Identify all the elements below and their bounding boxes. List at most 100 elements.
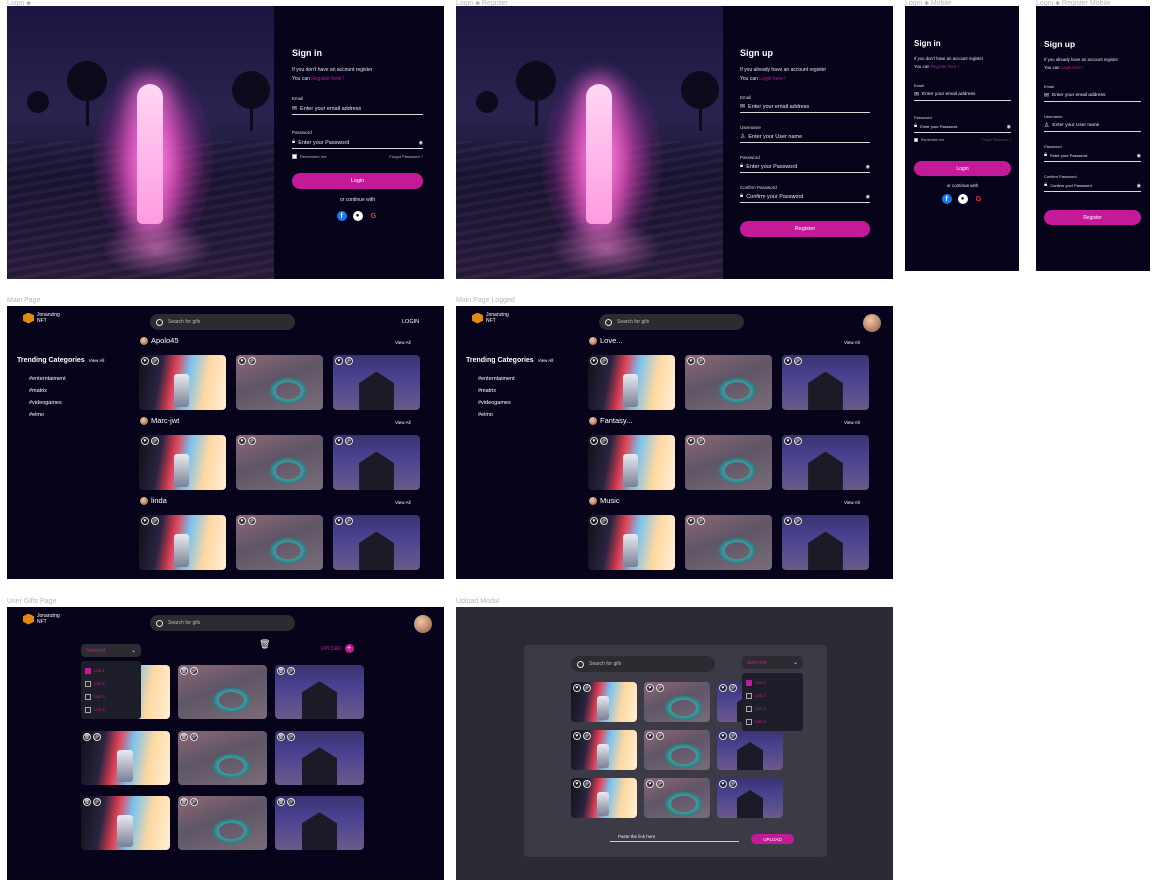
- eye-icon[interactable]: ◉: [1007, 124, 1011, 130]
- list-option[interactable]: List 4: [746, 715, 799, 728]
- link-icon[interactable]: 🔗︎: [287, 798, 295, 806]
- search-input[interactable]: Search for gifs: [599, 314, 744, 330]
- password-field[interactable]: 🔒︎ Enter your Password ◉: [914, 123, 1011, 133]
- link-icon[interactable]: 🔗︎: [151, 357, 159, 365]
- login-button[interactable]: Login: [292, 173, 423, 189]
- username-field[interactable]: ♙ Enter your User name: [1044, 122, 1141, 132]
- eye-icon[interactable]: ◉: [1137, 183, 1141, 189]
- heart-icon[interactable]: ♥: [646, 684, 654, 692]
- heart-icon[interactable]: ♥: [784, 357, 792, 365]
- google-icon[interactable]: G: [974, 194, 984, 204]
- facebook-icon[interactable]: f: [336, 211, 347, 221]
- search-input[interactable]: Search for gifs: [150, 615, 295, 631]
- list-select[interactable]: Selected ⌄: [742, 656, 803, 669]
- password-field[interactable]: 🔒︎ Enter your Password ◉: [292, 139, 423, 149]
- remember-checkbox[interactable]: [292, 154, 297, 159]
- gif-thumbnail[interactable]: 🗑︎🔗︎: [81, 731, 170, 785]
- gif-thumbnail[interactable]: 🗑︎🔗︎: [275, 731, 364, 785]
- gif-thumbnail[interactable]: ♥ 🔗︎: [782, 515, 869, 570]
- link-icon[interactable]: 🔗︎: [190, 798, 198, 806]
- heart-icon[interactable]: ♥: [141, 437, 149, 445]
- heart-icon[interactable]: ♥: [238, 517, 246, 525]
- confirm-password-field[interactable]: 🔒︎ Confirm your Password ◉: [1044, 182, 1141, 192]
- list-option[interactable]: List 2: [85, 677, 137, 690]
- trash-icon[interactable]: 🗑︎: [180, 798, 188, 806]
- forgot-password-link[interactable]: Forgot Password ?: [389, 154, 423, 159]
- gif-thumbnail[interactable]: 🗑︎🔗︎: [81, 796, 170, 850]
- trash-icon[interactable]: 🗑︎: [259, 639, 270, 650]
- logo[interactable]: Jonanzing NFT: [23, 312, 60, 324]
- link-icon[interactable]: 🔗︎: [583, 732, 591, 740]
- heart-icon[interactable]: ♥: [784, 517, 792, 525]
- heart-icon[interactable]: ♥: [719, 684, 727, 692]
- trash-icon[interactable]: 🗑︎: [180, 733, 188, 741]
- link-icon[interactable]: 🔗︎: [248, 437, 256, 445]
- trash-icon[interactable]: 🗑︎: [277, 798, 285, 806]
- heart-icon[interactable]: ♥: [573, 780, 581, 788]
- link-icon[interactable]: 🔗︎: [697, 357, 705, 365]
- link-icon[interactable]: 🔗︎: [151, 437, 159, 445]
- gif-thumbnail[interactable]: ♥ 🔗︎: [588, 355, 675, 410]
- category-item[interactable]: #videogames: [478, 400, 553, 406]
- row-title[interactable]: Marc-jwt: [140, 416, 179, 425]
- gif-thumbnail[interactable]: ♥ 🔗︎: [236, 515, 323, 570]
- register-link[interactable]: Register here !: [931, 64, 959, 69]
- link-icon[interactable]: 🔗︎: [93, 798, 101, 806]
- gif-thumbnail[interactable]: 🗑︎🔗︎: [178, 731, 267, 785]
- gif-thumbnail[interactable]: 🗑︎🔗︎: [275, 796, 364, 850]
- gif-thumbnail[interactable]: ♥ 🔗︎: [571, 730, 637, 770]
- category-item[interactable]: #matrix: [478, 388, 553, 394]
- row-view-all[interactable]: View All: [844, 340, 860, 345]
- heart-icon[interactable]: ♥: [687, 437, 695, 445]
- email-field[interactable]: ✉ Enter your email address: [1044, 92, 1141, 102]
- facebook-icon[interactable]: f: [941, 194, 952, 204]
- gif-thumbnail[interactable]: ♥ 🔗︎: [717, 778, 783, 818]
- link-icon[interactable]: 🔗︎: [190, 733, 198, 741]
- user-avatar[interactable]: [863, 314, 881, 332]
- register-link[interactable]: Register here !: [311, 76, 344, 82]
- list-option[interactable]: List 2: [746, 689, 799, 702]
- category-item[interactable]: #enterntaiment: [478, 376, 553, 382]
- eye-icon[interactable]: ◉: [866, 164, 870, 170]
- gif-thumbnail[interactable]: ♥ 🔗︎: [685, 435, 772, 490]
- link-icon[interactable]: 🔗︎: [190, 667, 198, 675]
- list-option[interactable]: List 3: [746, 702, 799, 715]
- row-title[interactable]: Love...: [589, 336, 623, 345]
- heart-icon[interactable]: ♥: [335, 437, 343, 445]
- row-view-all[interactable]: View All: [844, 420, 860, 425]
- gif-thumbnail[interactable]: ♥ 🔗︎: [588, 435, 675, 490]
- gif-thumbnail[interactable]: ♥ 🔗︎: [333, 355, 420, 410]
- link-icon[interactable]: 🔗︎: [794, 517, 802, 525]
- gif-thumbnail[interactable]: ♥ 🔗︎: [782, 435, 869, 490]
- gif-thumbnail[interactable]: ♥ 🔗︎: [644, 778, 710, 818]
- gif-thumbnail[interactable]: 🗑︎🔗︎: [178, 665, 267, 719]
- row-title[interactable]: linda: [140, 496, 167, 505]
- gif-thumbnail[interactable]: ♥ 🔗︎: [571, 778, 637, 818]
- row-title[interactable]: Music: [589, 496, 620, 505]
- modal-upload-button[interactable]: UPLOAD: [751, 834, 794, 844]
- apple-icon[interactable]: ●: [352, 211, 363, 221]
- heart-icon[interactable]: ♥: [719, 780, 727, 788]
- link-icon[interactable]: 🔗︎: [656, 684, 664, 692]
- gif-thumbnail[interactable]: ♥ 🔗︎: [139, 515, 226, 570]
- register-button[interactable]: Register: [740, 221, 870, 237]
- heart-icon[interactable]: ♥: [590, 357, 598, 365]
- gif-thumbnail[interactable]: ♥ 🔗︎: [717, 730, 783, 770]
- gif-thumbnail[interactable]: ♥ 🔗︎: [236, 435, 323, 490]
- link-icon[interactable]: 🔗︎: [248, 357, 256, 365]
- trash-icon[interactable]: 🗑︎: [180, 667, 188, 675]
- heart-icon[interactable]: ♥: [238, 357, 246, 365]
- heart-icon[interactable]: ♥: [238, 437, 246, 445]
- eye-icon[interactable]: ◉: [419, 140, 423, 146]
- category-item[interactable]: #elmo: [478, 412, 553, 418]
- link-icon[interactable]: 🔗︎: [345, 517, 353, 525]
- category-item[interactable]: #videogames: [29, 400, 104, 406]
- category-item[interactable]: #enterntaiment: [29, 376, 104, 382]
- heart-icon[interactable]: ♥: [573, 732, 581, 740]
- heart-icon[interactable]: ♥: [646, 732, 654, 740]
- link-icon[interactable]: 🔗︎: [600, 357, 608, 365]
- trending-view-all[interactable]: View All: [538, 358, 554, 363]
- remember-checkbox[interactable]: [914, 138, 918, 142]
- username-field[interactable]: ♙ Enter your User name: [740, 133, 870, 143]
- forgot-password-link[interactable]: Forgot Password ?: [982, 138, 1011, 142]
